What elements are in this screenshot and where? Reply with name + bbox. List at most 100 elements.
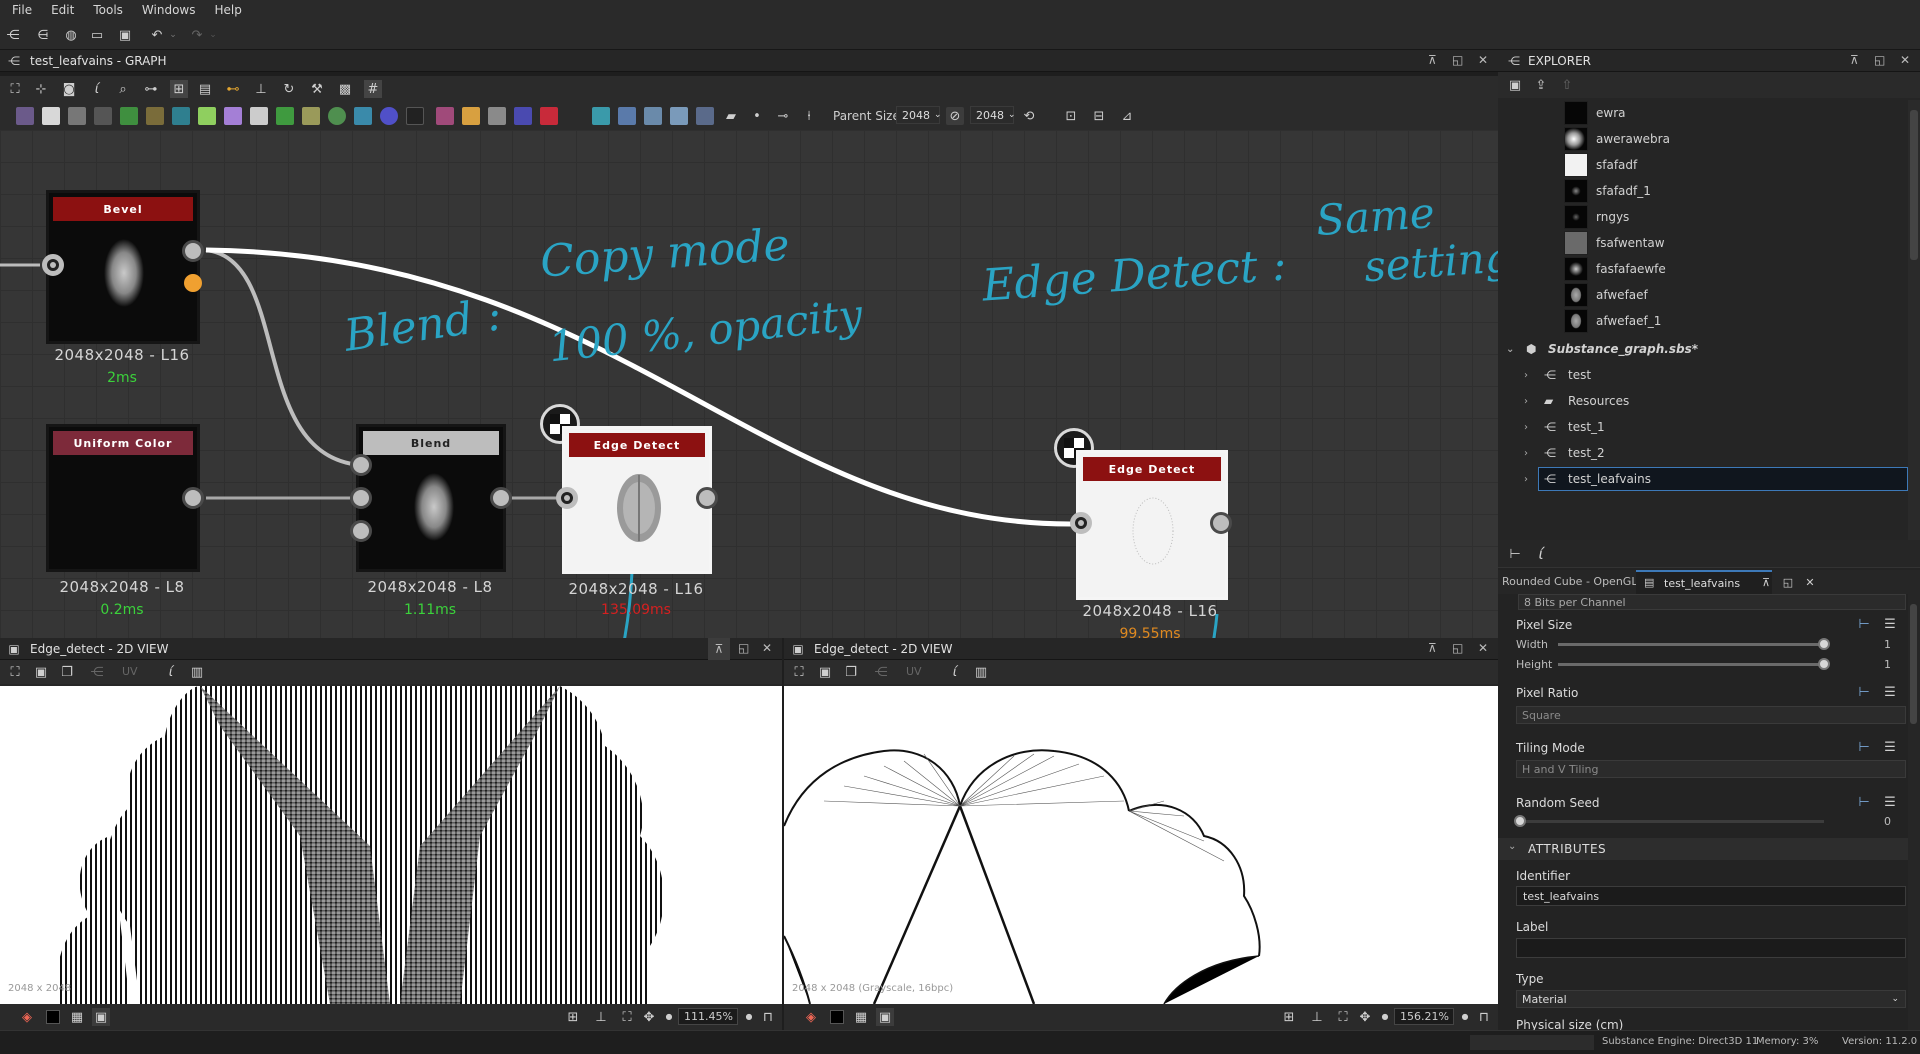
save-image-icon[interactable]: ▣	[816, 663, 834, 681]
undo-dropdown-icon[interactable]: ⌄	[168, 26, 178, 44]
reset-size-icon[interactable]: ⟲	[1020, 107, 1038, 125]
scrollbar-thumb[interactable]	[1910, 604, 1917, 724]
type-select[interactable]: Material ⌄	[1516, 990, 1906, 1008]
output-node-icon[interactable]	[276, 107, 294, 125]
fx-node-icon[interactable]	[406, 107, 424, 125]
pin-node-icon[interactable]: ⊸	[774, 107, 792, 125]
copy-icon[interactable]: ❐	[842, 663, 860, 681]
normal-node-icon[interactable]	[328, 107, 346, 125]
identifier-field[interactable]: test_leafvains	[1516, 886, 1906, 906]
info-icon[interactable]: ί	[88, 80, 106, 98]
distance-node-icon[interactable]	[514, 107, 532, 125]
chevron-right-icon[interactable]: ›	[1524, 448, 1544, 459]
paint-node-icon[interactable]	[540, 107, 558, 125]
graph-canvas[interactable]: Bevel 2048x2048 - L16 2ms Uniform Color …	[0, 130, 1498, 638]
tile-node-icon[interactable]	[250, 107, 268, 125]
lock-icon[interactable]: ⊓	[1476, 1008, 1492, 1026]
resource-item[interactable]: afwefaef_1	[1564, 308, 1661, 334]
frame-selected-icon[interactable]: ⊹	[32, 80, 50, 98]
move-icon[interactable]: ✥	[640, 1008, 658, 1026]
graph-item-test-1[interactable]: › ⋲ test_1	[1524, 414, 1605, 440]
anchor-icon[interactable]: ⍿	[800, 107, 818, 125]
save-icon[interactable]: ▣	[1506, 76, 1524, 94]
height-slider[interactable]	[1558, 663, 1824, 666]
properties-scrollbar[interactable]	[1908, 594, 1920, 1030]
fit-icon[interactable]: ⛶	[618, 1008, 636, 1026]
uniform-node-icon[interactable]	[42, 107, 60, 125]
pixel-processor-icon[interactable]	[436, 107, 454, 125]
node-edge-detect-2-input-port[interactable]	[1070, 512, 1092, 534]
search-icon[interactable]: ⌕	[114, 80, 132, 98]
tab-test-leafvains[interactable]: ▤ test_leafvains	[1636, 570, 1772, 594]
uv-label[interactable]: UV	[906, 665, 922, 678]
attributes-section-header[interactable]: ⌄ ATTRIBUTES	[1498, 838, 1908, 860]
lock-icon[interactable]: ⊓	[760, 1008, 776, 1026]
resource-item[interactable]: fsafwentaw	[1564, 230, 1665, 256]
image-icon[interactable]: ▩	[336, 80, 354, 98]
width-slider[interactable]	[1558, 643, 1824, 646]
passthrough-node-icon[interactable]	[670, 107, 688, 125]
align-horizontal-icon[interactable]: ⊡	[1062, 107, 1080, 125]
bits-per-channel-select[interactable]: 8 Bits per Channel	[1518, 594, 1906, 610]
snap-icon[interactable]: ⊥	[1308, 1008, 1326, 1026]
height-slider-knob[interactable]	[1818, 658, 1830, 670]
close-icon[interactable]: ✕	[1478, 641, 1488, 655]
text-node-icon[interactable]	[488, 107, 506, 125]
maximize-icon[interactable]: ◱	[1874, 53, 1885, 67]
tab-rounded-cube[interactable]: Rounded Cube - OpenGL	[1502, 575, 1637, 588]
node-edge-detect-1[interactable]: Edge Detect	[562, 426, 712, 574]
folder-item-resources[interactable]: › ▰ Resources	[1524, 388, 1629, 414]
node-blend-input-port-2[interactable]	[350, 487, 372, 509]
align-vertical-icon[interactable]: ⊟	[1090, 107, 1108, 125]
switch-node-icon[interactable]	[644, 107, 662, 125]
maximize-icon[interactable]: ◱	[1452, 641, 1463, 655]
comment-icon[interactable]: ▰	[722, 107, 740, 125]
refresh-icon[interactable]: ↻	[280, 80, 298, 98]
tree-icon[interactable]: ⊥	[252, 80, 270, 98]
curve-node-icon[interactable]	[120, 107, 138, 125]
menu-help[interactable]: Help	[206, 3, 252, 17]
node-bevel-input-port[interactable]	[42, 254, 64, 276]
chevron-down-icon[interactable]: ⌄	[1506, 344, 1526, 355]
uv-label[interactable]: UV	[122, 665, 138, 678]
node-edge-detect-2[interactable]: Edge Detect	[1076, 450, 1228, 600]
channels-icon[interactable]: ⋲	[872, 663, 890, 681]
display-icon[interactable]: ▣	[876, 1008, 894, 1026]
layers-icon[interactable]: ◈	[18, 1008, 36, 1026]
layers-icon[interactable]: ◈	[802, 1008, 820, 1026]
maximize-icon[interactable]: ◱	[1780, 574, 1796, 590]
gradient-node-icon[interactable]	[198, 107, 216, 125]
frame-icon[interactable]: ⛶	[6, 663, 24, 681]
chevron-right-icon[interactable]: ›	[1524, 422, 1544, 433]
frame-all-icon[interactable]: ⛶	[6, 80, 24, 98]
transform-node-icon[interactable]	[172, 107, 190, 125]
warp-node-icon[interactable]	[380, 107, 398, 125]
redo-dropdown-icon[interactable]: ⌄	[208, 26, 218, 44]
move-icon[interactable]: ✥	[1356, 1008, 1374, 1026]
close-icon[interactable]: ✕	[762, 641, 772, 655]
menu-icon[interactable]: ☰	[1882, 794, 1898, 810]
tile-icon[interactable]: ▦	[68, 1008, 86, 1026]
save-icon[interactable]: ▣	[116, 26, 134, 44]
levels-node-icon[interactable]	[146, 107, 164, 125]
view-left-image[interactable]: 2048 x 2048	[0, 686, 782, 1004]
grayscale-node-icon[interactable]	[68, 107, 86, 125]
blur-node-icon[interactable]	[224, 107, 242, 125]
node-blend-input-port-3[interactable]	[350, 520, 372, 542]
menu-file[interactable]: File	[4, 3, 43, 17]
close-icon[interactable]: ✕	[1802, 574, 1818, 590]
new-substance-icon[interactable]: ⋳	[34, 26, 52, 44]
display-icon[interactable]: ▣	[92, 1008, 110, 1026]
iterate-node-icon[interactable]	[618, 107, 636, 125]
svg-node-icon[interactable]	[462, 107, 480, 125]
grid-icon[interactable]: ⊞	[564, 1008, 582, 1026]
copy-icon[interactable]: ❐	[58, 663, 76, 681]
node-bevel-output-port[interactable]	[182, 240, 204, 262]
node-edge-detect-2-output-port[interactable]	[1210, 512, 1232, 534]
menu-icon[interactable]: ☰	[1882, 684, 1898, 700]
node-bevel[interactable]: Bevel	[46, 190, 200, 344]
snap-icon[interactable]: ⊿	[1118, 107, 1136, 125]
info-icon[interactable]: ί	[162, 663, 180, 681]
histogram-icon[interactable]: ▥	[972, 663, 990, 681]
graph-item-test-2[interactable]: › ⋲ test_2	[1524, 440, 1605, 466]
